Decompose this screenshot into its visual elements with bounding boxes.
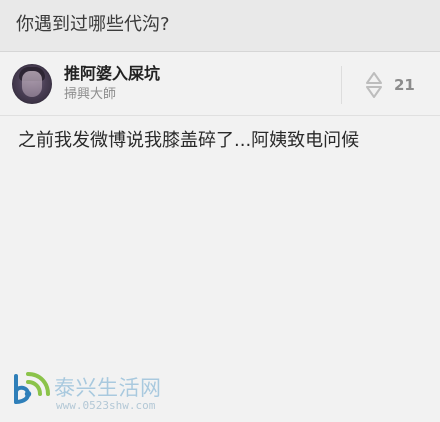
author-name[interactable]: 推阿婆入屎坑	[64, 64, 160, 84]
avatar[interactable]	[12, 64, 52, 104]
answer-text: 之前我发微博说我膝盖碎了...阿姨致电问候	[18, 130, 360, 151]
site-url: www.0523shw.com	[56, 399, 156, 412]
avatar-face	[22, 71, 42, 97]
site-logo-icon	[14, 372, 50, 404]
question-title: 你遇到过哪些代沟?	[16, 14, 170, 35]
vertical-divider	[341, 66, 342, 104]
up-down-vote-icon[interactable]	[364, 69, 384, 101]
author-row: 推阿婆入屎坑 掃興大師 21	[0, 52, 440, 116]
site-watermark: 泰兴生活网 www.0523shw.com	[0, 362, 240, 422]
site-name: 泰兴生活网	[54, 376, 162, 400]
vote-button[interactable]: 21	[364, 66, 428, 104]
question-header: 你遇到过哪些代沟?	[0, 0, 440, 52]
author-title: 掃興大師	[64, 87, 117, 102]
vote-count: 21	[394, 76, 415, 94]
